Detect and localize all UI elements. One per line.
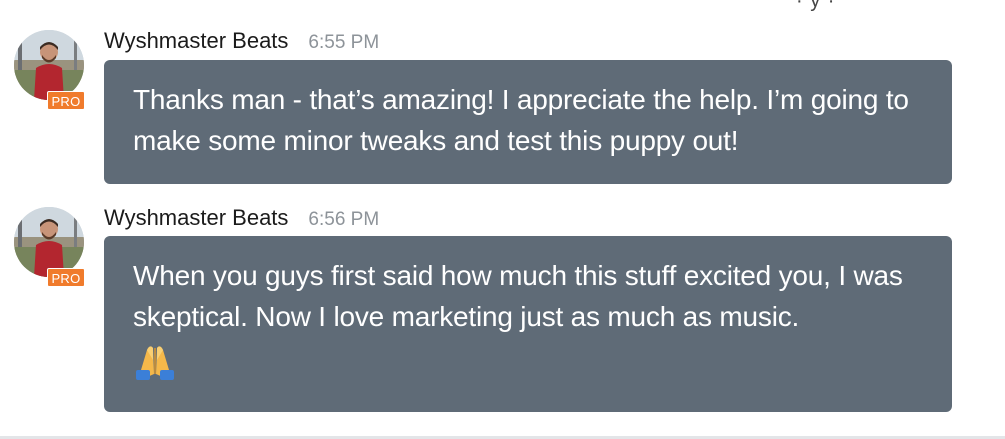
message-bubble: When you guys first said how much this s… [104, 236, 952, 412]
message-timestamp: 6:55 PM [308, 32, 380, 53]
sender-name[interactable]: Wyshmaster Beats [104, 205, 288, 231]
message-bubble: Thanks man - that’s amazing! I appreciat… [104, 60, 952, 184]
message-header: Wyshmaster Beats 6:55 PM [104, 28, 379, 56]
chat-thread: · y · PRO Wyshmaster Beats 6:55 PM Thank… [0, 0, 1005, 439]
message-timestamp: 6:56 PM [308, 209, 380, 230]
avatar-photo-icon [14, 30, 84, 100]
sender-name[interactable]: Wyshmaster Beats [104, 28, 288, 54]
cropped-text-fragment: · y · [796, 0, 836, 12]
message-text: Thanks man - that’s amazing! I appreciat… [133, 84, 909, 156]
pro-badge: PRO [47, 91, 85, 110]
avatar-photo-icon [14, 207, 84, 277]
avatar-container[interactable]: PRO [14, 30, 86, 114]
message-header: Wyshmaster Beats 6:56 PM [104, 205, 379, 233]
avatar[interactable] [14, 30, 84, 100]
avatar-container[interactable]: PRO [14, 207, 86, 291]
message-text: When you guys first said how much this s… [133, 260, 903, 332]
folded-hands-icon [136, 346, 174, 380]
avatar[interactable] [14, 207, 84, 277]
pro-badge: PRO [47, 268, 85, 287]
